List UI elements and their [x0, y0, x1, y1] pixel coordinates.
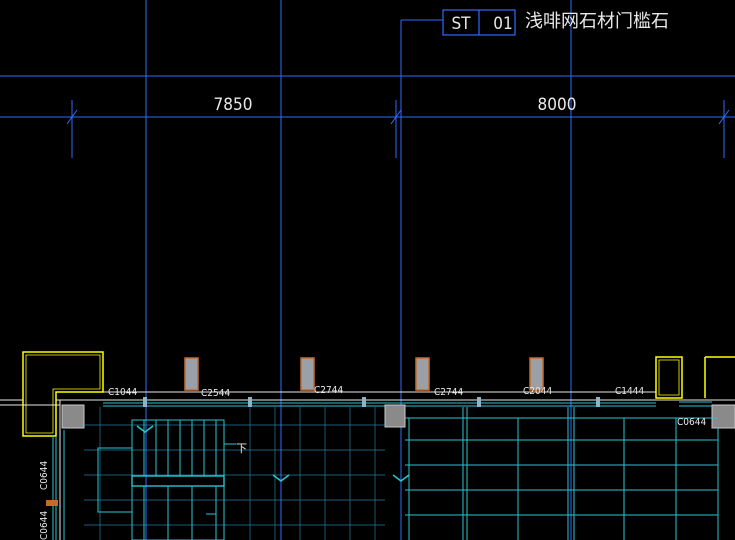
- cad-drawing-canvas[interactable]: ST 01 浅啡网石材门槛石 7850 8000 下 C1044 C2544 C…: [0, 0, 735, 540]
- opening-label-vertical: C0644: [39, 461, 50, 490]
- column: [61, 404, 85, 429]
- chevron-down-icon: [136, 425, 154, 433]
- column: [415, 357, 430, 391]
- column: [300, 357, 315, 391]
- right-outline: [658, 359, 680, 396]
- column: [384, 404, 406, 428]
- section-markers: [136, 425, 410, 482]
- stair-direction-label: 下: [236, 442, 247, 455]
- staircase: [97, 419, 236, 540]
- opening-label: C2544: [201, 388, 230, 399]
- dimension-value: 7850: [214, 95, 253, 115]
- dimension-value: 8000: [538, 95, 577, 115]
- opening-label: C2744: [434, 387, 463, 398]
- mullion: [477, 397, 481, 407]
- column: [184, 357, 199, 391]
- mullion: [248, 397, 252, 407]
- column-tab: [46, 500, 58, 506]
- mullion: [596, 397, 600, 407]
- opening-label: C2744: [314, 385, 343, 396]
- opening-label: C2044: [523, 386, 552, 397]
- wall-lines: [0, 391, 735, 540]
- opening-labels: C1044 C2544 C2744 C2744 C2044 C1444 C064…: [39, 385, 706, 540]
- tag-description: 浅啡网石材门槛石: [525, 11, 669, 32]
- right-outline: [704, 356, 735, 398]
- tag-number: 01: [493, 14, 512, 34]
- opening-label-vertical: C0644: [39, 511, 50, 540]
- column: [711, 404, 735, 429]
- mullion: [143, 397, 147, 407]
- tag-code: ST: [451, 14, 471, 34]
- opening-label: C1444: [615, 386, 644, 397]
- material-tag[interactable]: ST 01 浅啡网石材门槛石: [442, 9, 669, 36]
- window-band: [52, 401, 712, 540]
- right-outline: [655, 356, 683, 399]
- mullion: [362, 397, 366, 407]
- columns-top: [184, 357, 544, 391]
- room-panels: [405, 407, 719, 540]
- stair-wall: [97, 447, 133, 513]
- opening-label: C0644: [677, 417, 706, 428]
- opening-label: C1044: [108, 387, 137, 398]
- axis-lines: [0, 0, 735, 540]
- floor-grid: [84, 407, 385, 540]
